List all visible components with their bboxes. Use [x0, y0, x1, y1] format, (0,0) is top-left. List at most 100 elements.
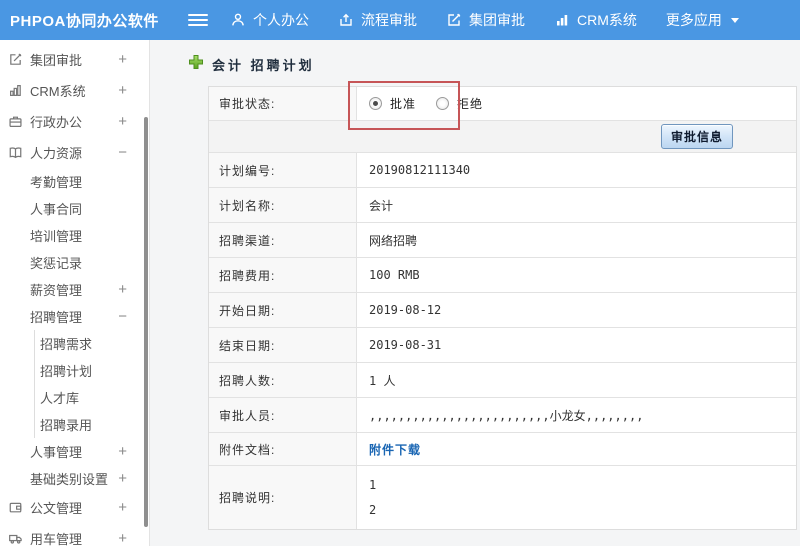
nav-workflow-approval[interactable]: 流程审批	[338, 10, 417, 30]
status-radio-group: 批准 拒绝	[369, 95, 495, 112]
sidebar-item-label: 用车管理	[30, 532, 83, 546]
expand-toggle[interactable]: +	[118, 113, 127, 130]
sidebar-scrollbar[interactable]	[144, 117, 148, 527]
sidebar-item-label: 招聘需求	[40, 337, 93, 352]
field-value: ,,,,,,,,,,,,,,,,,,,,,,,,,小龙女,,,,,,,,	[369, 408, 644, 423]
expand-toggle[interactable]: +	[118, 82, 127, 99]
sidebar-item-base-category[interactable]: 基础类别设置 +	[0, 465, 149, 492]
field-value: 1 人	[369, 373, 396, 388]
nav-label: CRM系统	[577, 12, 637, 28]
form-row-end-date: 结束日期: 2019-08-31	[209, 328, 796, 363]
field-value: 2019-08-12	[369, 303, 442, 317]
book-icon	[8, 145, 23, 160]
field-label: 计划编号:	[209, 153, 357, 187]
sidebar-item-talent-pool[interactable]: 人才库	[0, 384, 149, 411]
sidebar-item-recruit-plan[interactable]: 招聘计划	[0, 357, 149, 384]
radio-reject[interactable]	[436, 97, 450, 110]
field-label: 招聘费用:	[209, 258, 357, 292]
sidebar-item-recruit-hire[interactable]: 招聘录用	[0, 411, 149, 438]
field-label: 附件文档:	[209, 433, 357, 465]
page-title: 会计 招聘计划	[212, 58, 315, 73]
hamburger-icon[interactable]	[188, 14, 208, 26]
field-label: 审批人员:	[209, 398, 357, 432]
sidebar-item-crm[interactable]: CRM系统 +	[0, 75, 149, 106]
field-value: 100 RMB	[369, 268, 420, 282]
page-header: 会计 招聘计划	[188, 54, 315, 75]
sidebar-item-label: 人力资源	[30, 146, 83, 161]
expand-toggle[interactable]: +	[118, 281, 127, 298]
sidebar-item-documents[interactable]: 公文管理 +	[0, 492, 149, 523]
sidebar-item-vehicle[interactable]: 用车管理 +	[0, 523, 149, 546]
bar-chart-icon	[554, 12, 570, 28]
sidebar-item-recruit-demand[interactable]: 招聘需求	[0, 330, 149, 357]
caret-down-icon	[730, 17, 739, 23]
briefcase-icon	[8, 114, 23, 129]
document-icon	[8, 500, 23, 515]
bar-chart-icon	[8, 83, 23, 98]
form-row-headcount: 招聘人数: 1 人	[209, 363, 796, 398]
expand-toggle[interactable]: −	[118, 308, 127, 325]
radio-approve-label: 批准	[390, 97, 417, 111]
truck-icon	[8, 531, 23, 546]
field-value: 会计	[369, 198, 394, 213]
sidebar-item-rewards[interactable]: 奖惩记录	[0, 249, 149, 276]
content-area: 会计 招聘计划 审批状态: 批准 拒绝 审批信息 计划编号: 201908121…	[150, 40, 800, 546]
description-line: 1	[369, 478, 377, 492]
expand-toggle[interactable]: +	[118, 470, 127, 487]
form-row-status: 审批状态: 批准 拒绝	[209, 87, 796, 121]
sidebar-item-admin-office[interactable]: 行政办公 +	[0, 106, 149, 137]
expand-toggle[interactable]: +	[118, 499, 127, 516]
nav-label: 流程审批	[361, 12, 417, 28]
form-row-channel: 招聘渠道: 网络招聘	[209, 223, 796, 258]
nav-crm-system[interactable]: CRM系统	[554, 10, 637, 30]
radio-approve[interactable]	[369, 97, 382, 110]
topbar: PHPOA协同办公软件 个人办公 流程审批 集团审批 CRM系统 更多应用	[0, 0, 800, 40]
sidebar-item-training[interactable]: 培训管理	[0, 222, 149, 249]
sidebar-item-label: 招聘计划	[40, 364, 93, 379]
expand-toggle[interactable]: +	[118, 51, 127, 68]
sidebar-item-attendance[interactable]: 考勤管理	[0, 168, 149, 195]
plus-icon	[188, 54, 204, 75]
sidebar-item-human-resources[interactable]: 人力资源 −	[0, 137, 149, 168]
sidebar-item-hr-contract[interactable]: 人事合同	[0, 195, 149, 222]
nav-personal-office[interactable]: 个人办公	[230, 10, 309, 30]
sidebar-item-group-approval[interactable]: 集团审批 +	[0, 44, 149, 75]
field-label: 审批状态:	[209, 87, 357, 120]
nav-label: 更多应用	[665, 12, 722, 28]
form-row-start-date: 开始日期: 2019-08-12	[209, 293, 796, 328]
sidebar-item-label: CRM系统	[30, 84, 86, 99]
sidebar-item-label: 招聘管理	[30, 310, 83, 325]
edit-icon	[446, 12, 462, 28]
sidebar: 集团审批 + CRM系统 + 行政办公 + 人力资源 − 考勤管理 人事合同 培…	[0, 40, 150, 546]
field-label: 招聘人数:	[209, 363, 357, 397]
nav-group-approval[interactable]: 集团审批	[446, 10, 525, 30]
sidebar-item-salary[interactable]: 薪资管理 +	[0, 276, 149, 303]
person-icon	[230, 12, 246, 28]
field-label: 招聘说明:	[209, 466, 357, 529]
sidebar-item-recruitment[interactable]: 招聘管理 −	[0, 303, 149, 330]
description-line: 2	[369, 503, 377, 517]
form-row-cost: 招聘费用: 100 RMB	[209, 258, 796, 293]
sidebar-item-personnel[interactable]: 人事管理 +	[0, 438, 149, 465]
field-value: 网络招聘	[369, 233, 418, 248]
expand-toggle[interactable]: +	[118, 530, 127, 546]
approve-info-button[interactable]: 审批信息	[660, 124, 733, 149]
attachment-download-link[interactable]: 附件下载	[369, 441, 421, 458]
form-row-approvers: 审批人员: ,,,,,,,,,,,,,,,,,,,,,,,,,小龙女,,,,,,…	[209, 398, 796, 433]
form-row-plan-number: 计划编号: 20190812111340	[209, 153, 796, 188]
sidebar-item-label: 奖惩记录	[30, 256, 83, 271]
sidebar-item-label: 考勤管理	[30, 175, 83, 190]
sidebar-item-label: 人事合同	[30, 202, 83, 217]
top-nav: 个人办公 流程审批 集团审批 CRM系统 更多应用	[230, 10, 768, 30]
nav-more-apps[interactable]: 更多应用	[666, 10, 739, 30]
workflow-icon	[338, 12, 354, 28]
nav-label: 集团审批	[469, 12, 525, 28]
edit-icon	[8, 52, 23, 67]
field-label: 计划名称:	[209, 188, 357, 222]
radio-reject-label: 拒绝	[457, 97, 484, 111]
expand-toggle[interactable]: −	[118, 144, 127, 161]
form-row-attachment: 附件文档: 附件下载	[209, 433, 796, 466]
sidebar-item-label: 行政办公	[30, 115, 83, 130]
recruit-plan-form: 审批状态: 批准 拒绝 审批信息 计划编号: 20190812111340 计划…	[208, 86, 797, 530]
expand-toggle[interactable]: +	[118, 443, 127, 460]
